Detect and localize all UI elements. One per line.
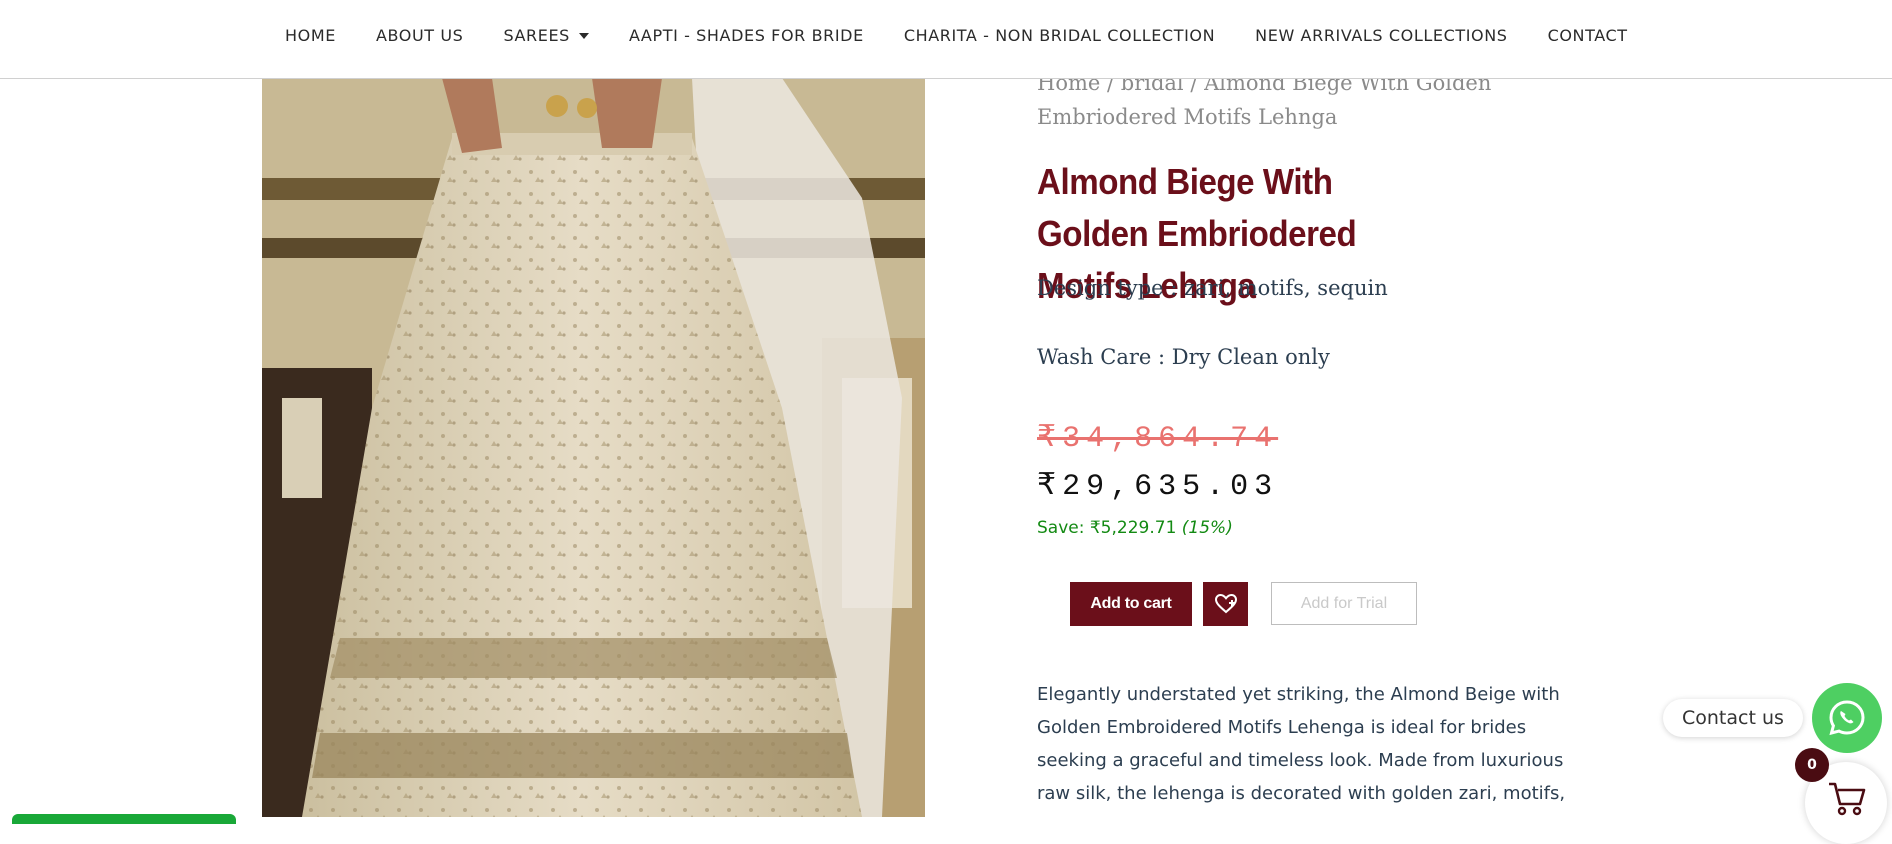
nav-item-new-arrivals[interactable]: NEW ARRIVALS COLLECTIONS (1255, 26, 1507, 45)
add-to-cart-button[interactable]: Add to cart (1070, 582, 1192, 626)
nav-item-label: NEW ARRIVALS COLLECTIONS (1255, 26, 1508, 45)
main-navigation: HOME ABOUT US SAREES AAPTI - SHADES FOR … (0, 0, 1892, 79)
nav-item-sarees[interactable]: SAREES (503, 26, 589, 45)
whatsapp-button[interactable] (1812, 683, 1882, 753)
nav-item-about-us[interactable]: ABOUT US (376, 26, 463, 45)
nav-item-charita[interactable]: CHARITA - NON BRIDAL COLLECTION (904, 26, 1215, 45)
nav-item-label: CHARITA - NON BRIDAL COLLECTION (903, 26, 1216, 45)
savings-amount: Save: ₹5,229.71 (1037, 518, 1177, 538)
cart-count-badge: 0 (1795, 748, 1829, 782)
sale-price: ₹29,635.03 (1037, 470, 1279, 504)
savings-text: Save: ₹5,229.71 (15%) (1037, 518, 1233, 538)
contact-us-label: Contact us (1682, 707, 1784, 729)
add-for-trial-button[interactable]: Add for Trial (1271, 582, 1417, 625)
product-description: Elegantly understated yet striking, the … (1037, 684, 1566, 804)
savings-percent: (15%) (1181, 518, 1233, 538)
nav-item-label: CONTACT (1547, 26, 1628, 45)
heart-plus-icon (1214, 594, 1237, 614)
nav-item-label: ABOUT US (375, 26, 464, 45)
wash-care: Wash Care : Dry Clean only (1037, 345, 1330, 369)
nav-menu: HOME ABOUT US SAREES AAPTI - SHADES FOR … (285, 26, 1628, 45)
caret-down-icon (578, 32, 589, 39)
nav-item-label: AAPTI - SHADES FOR BRIDE (628, 26, 864, 45)
nav-item-aapti[interactable]: AAPTI - SHADES FOR BRIDE (629, 26, 864, 45)
whatsapp-icon (1829, 700, 1865, 736)
nav-item-label: HOME (285, 26, 336, 45)
original-price: ₹34,864.74 (1037, 422, 1279, 456)
design-type: Design type : zari, motifs, sequin (1037, 276, 1388, 300)
nav-item-home[interactable]: HOME (285, 26, 336, 45)
product-summary: Home / bridal / Almond Biege With Golden… (1037, 66, 1577, 804)
floating-tab[interactable] (12, 814, 236, 824)
wishlist-button[interactable] (1203, 582, 1248, 626)
cart-icon (1829, 782, 1866, 816)
contact-us-bubble[interactable]: Contact us (1663, 699, 1803, 737)
lehenga-photo (262, 78, 925, 817)
nav-item-label: SAREES (503, 26, 570, 45)
nav-item-contact[interactable]: CONTACT (1548, 26, 1628, 45)
product-image[interactable] (262, 78, 925, 817)
